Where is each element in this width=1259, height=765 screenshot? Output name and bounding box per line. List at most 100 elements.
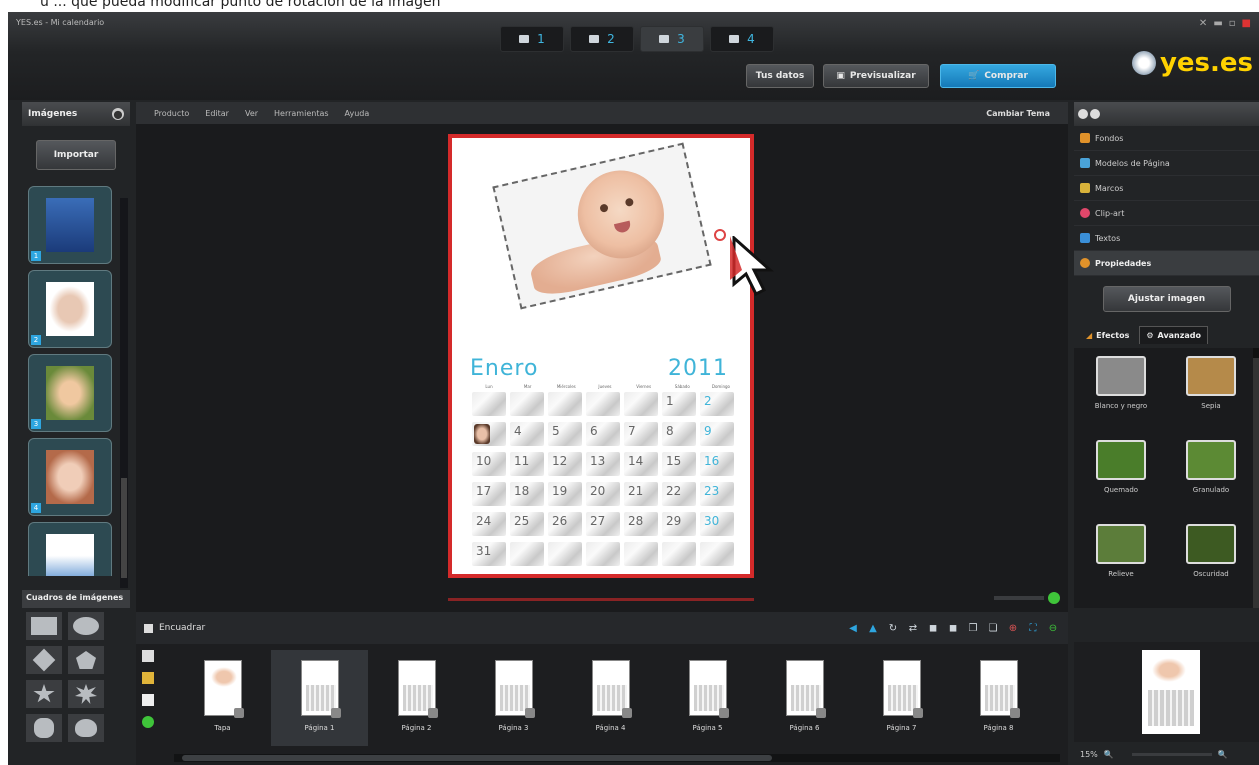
ajustar-imagen-button[interactable]: Ajustar imagen — [1102, 286, 1231, 312]
bring-front-icon[interactable]: ◼ — [926, 621, 940, 635]
day-cell[interactable]: 9 — [700, 422, 734, 446]
zoom-out-icon[interactable]: ⊖ — [1046, 621, 1060, 635]
day-cell[interactable]: 3 — [472, 422, 506, 446]
image-thumbnail[interactable]: 3 — [28, 354, 112, 432]
panel-toggle-icon[interactable] — [1078, 109, 1088, 119]
day-cell[interactable]: 7 — [624, 422, 658, 446]
panel-item-modelos[interactable]: Modelos de Página — [1074, 151, 1259, 176]
step-4-button[interactable]: 4 — [710, 26, 774, 52]
day-cell[interactable] — [586, 542, 620, 566]
comprar-button[interactable]: 🛒 Comprar — [940, 64, 1056, 88]
thumbnails-scrollbar[interactable] — [120, 198, 128, 588]
day-cell[interactable]: 6 — [586, 422, 620, 446]
menu-producto[interactable]: Producto — [154, 109, 189, 118]
day-cell[interactable]: 8 — [662, 422, 696, 446]
day-cell[interactable] — [472, 392, 506, 416]
page-thumbnail-6[interactable]: Página 6 — [756, 650, 853, 746]
scrollbar-thumb[interactable] — [1253, 358, 1259, 608]
importar-button[interactable]: Importar — [36, 140, 116, 170]
add-icon[interactable] — [142, 716, 154, 728]
burst-shape-icon[interactable] — [68, 680, 104, 708]
day-cell[interactable]: 24 — [472, 512, 506, 536]
minimize-icon[interactable]: ▬ — [1213, 18, 1222, 29]
day-cell[interactable]: 12 — [548, 452, 582, 476]
rotated-photo-frame[interactable] — [492, 142, 712, 310]
page-thumbnail-tapa[interactable]: Tapa — [174, 650, 271, 746]
menu-herramientas[interactable]: Herramientas — [274, 109, 329, 118]
day-cell[interactable]: 30 — [700, 512, 734, 536]
day-cell[interactable]: 23 — [700, 482, 734, 506]
day-cell[interactable]: 28 — [624, 512, 658, 536]
step-2-button[interactable]: 2 — [570, 26, 634, 52]
effect-blanco-y-negro[interactable]: Blanco y negro — [1080, 356, 1162, 432]
copy-icon[interactable]: ❐ — [966, 621, 980, 635]
scrollbar-thumb[interactable] — [182, 755, 772, 761]
help-icon[interactable]: ✕ — [1199, 18, 1207, 29]
menu-ver[interactable]: Ver — [245, 109, 258, 118]
image-thumbnail[interactable]: 2 — [28, 270, 112, 348]
pentagon-shape-icon[interactable] — [68, 646, 104, 674]
panel-toggle-icon[interactable]: ⬤ — [112, 108, 124, 120]
panel-item-propiedades[interactable]: Propiedades — [1074, 251, 1259, 276]
folder-icon[interactable] — [142, 672, 154, 684]
day-cell[interactable]: 26 — [548, 512, 582, 536]
document-icon[interactable] — [142, 694, 154, 706]
panel-item-textos[interactable]: Textos — [1074, 226, 1259, 251]
diamond-shape-icon[interactable] — [26, 646, 62, 674]
page-thumbnail-2[interactable]: Página 2 — [368, 650, 465, 746]
day-cell[interactable]: 11 — [510, 452, 544, 476]
day-cell[interactable]: 1 — [662, 392, 696, 416]
effect-sepia[interactable]: Sepia — [1170, 356, 1252, 432]
scrollbar-thumb[interactable] — [121, 478, 127, 578]
day-cell[interactable]: 5 — [548, 422, 582, 446]
arrow-left-icon[interactable]: ◀ — [846, 621, 860, 635]
page-thumbnail-1[interactable]: Página 1 — [271, 650, 368, 746]
rotation-handle[interactable] — [714, 229, 726, 241]
flip-icon[interactable]: ⇄ — [906, 621, 920, 635]
arrow-up-icon[interactable]: ▲ — [866, 621, 880, 635]
day-cell[interactable] — [624, 392, 658, 416]
day-cell[interactable]: 19 — [548, 482, 582, 506]
day-cell[interactable] — [662, 542, 696, 566]
rotate-icon[interactable]: ↻ — [886, 621, 900, 635]
page-strip-scrollbar[interactable] — [174, 754, 1060, 762]
page-thumbnail-5[interactable]: Página 5 — [659, 650, 756, 746]
day-cell[interactable]: 17 — [472, 482, 506, 506]
effect-quemado[interactable]: Quemado — [1080, 440, 1162, 516]
day-cell[interactable] — [586, 392, 620, 416]
flower-shape-icon[interactable] — [26, 714, 62, 742]
effects-scrollbar[interactable] — [1253, 348, 1259, 608]
image-thumbnail[interactable]: 1 — [28, 186, 112, 264]
page-preview-thumbnail[interactable] — [1142, 650, 1200, 734]
day-cell[interactable]: 18 — [510, 482, 544, 506]
day-cell[interactable]: 10 — [472, 452, 506, 476]
maximize-icon[interactable]: ▫ — [1229, 18, 1236, 29]
day-cell[interactable]: 13 — [586, 452, 620, 476]
day-cell[interactable] — [700, 542, 734, 566]
effect-granulado[interactable]: Granulado — [1170, 440, 1252, 516]
paste-icon[interactable]: ❏ — [986, 621, 1000, 635]
day-cell[interactable]: 20 — [586, 482, 620, 506]
zoom-out-icon[interactable]: 🔍 — [1104, 750, 1114, 759]
day-cell[interactable]: 29 — [662, 512, 696, 536]
page-thumbnail-8[interactable]: Página 8 — [950, 650, 1047, 746]
day-cell[interactable] — [624, 542, 658, 566]
day-cell[interactable] — [548, 392, 582, 416]
zoom-indicator-icon[interactable] — [1048, 592, 1060, 604]
day-cell[interactable] — [510, 392, 544, 416]
day-cell[interactable]: 31 — [472, 542, 506, 566]
previsualizar-button[interactable]: ▣ Previsualizar — [823, 64, 929, 88]
day-cell[interactable]: 27 — [586, 512, 620, 536]
editor-canvas[interactable]: Enero 2011 Lun Mar Miércoles Jueves Vier… — [136, 124, 1068, 612]
cloud-shape-icon[interactable] — [68, 714, 104, 742]
day-cell[interactable]: 21 — [624, 482, 658, 506]
day-cell[interactable]: 2 — [700, 392, 734, 416]
menu-ayuda[interactable]: Ayuda — [345, 109, 370, 118]
encuadrar-checkbox[interactable]: Encuadrar — [144, 623, 205, 633]
fit-icon[interactable]: ⛶ — [1026, 621, 1040, 635]
canvas-zoom-slider[interactable] — [994, 596, 1044, 600]
tus-datos-button[interactable]: Tus datos — [746, 64, 814, 88]
cambiar-tema-button[interactable]: Cambiar Tema — [986, 109, 1050, 118]
ellipse-shape-icon[interactable] — [68, 612, 104, 640]
day-cell[interactable]: 15 — [662, 452, 696, 476]
